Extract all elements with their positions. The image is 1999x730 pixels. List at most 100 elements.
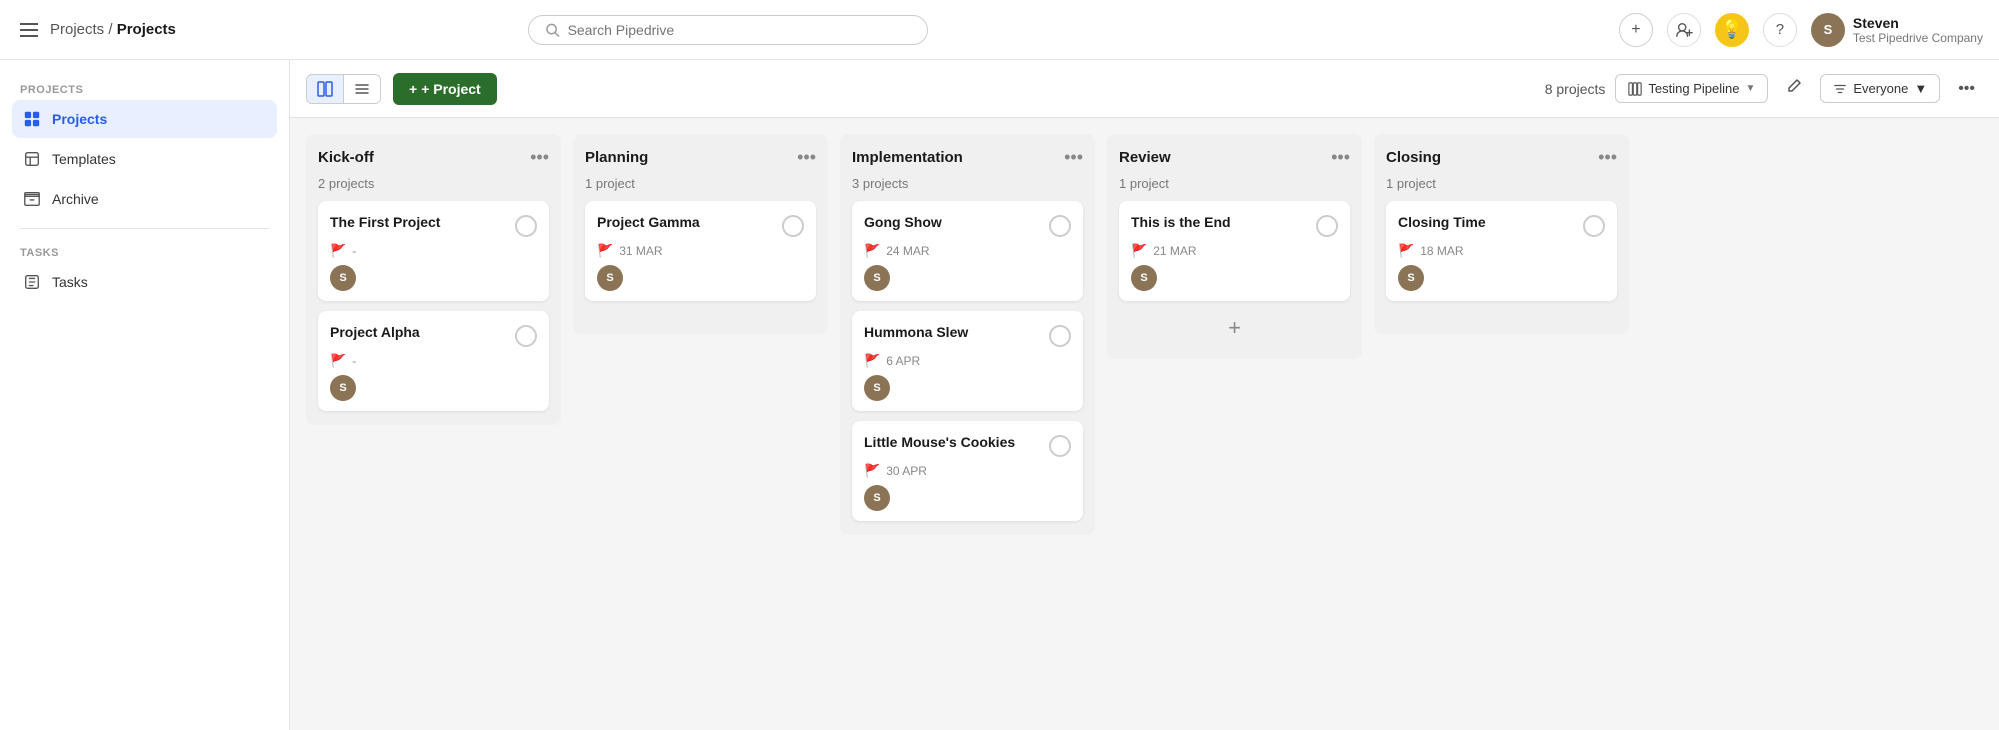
card-avatar-this-is-the-end: S	[1131, 265, 1157, 291]
card-first-project[interactable]: The First Project 🚩 - S	[318, 201, 549, 301]
card-circle-project-alpha[interactable]	[515, 325, 537, 347]
templates-icon	[22, 149, 42, 169]
card-gong-show[interactable]: Gong Show 🚩 24 MAR S	[852, 201, 1083, 301]
breadcrumb: Projects / Projects	[50, 21, 176, 38]
column-kickoff: Kick-off ••• 2 projects The First Projec…	[306, 134, 561, 425]
col-title-review: Review	[1119, 149, 1171, 166]
card-title-closing-time: Closing Time	[1398, 213, 1575, 231]
user-menu[interactable]: S Steven Test Pipedrive Company	[1811, 13, 1983, 47]
col-header-implementation: Implementation •••	[852, 148, 1083, 166]
card-footer-closing-time: S	[1398, 265, 1605, 291]
menu-icon[interactable]	[16, 19, 42, 41]
bulb-icon: 💡	[1721, 19, 1743, 40]
list-view-button[interactable]	[343, 75, 380, 103]
card-header-gong-show: Gong Show	[864, 213, 1071, 237]
card-avatar-project-gamma: S	[597, 265, 623, 291]
col-count-planning: 1 project	[585, 176, 816, 191]
card-project-gamma[interactable]: Project Gamma 🚩 31 MAR S	[585, 201, 816, 301]
more-button[interactable]: •••	[1950, 74, 1983, 104]
card-meta-gong-show: 🚩 24 MAR	[864, 243, 1071, 259]
more-icon: •••	[1958, 80, 1975, 97]
flag-icon-little-mouse: 🚩	[864, 463, 880, 479]
flag-icon-closing-time: 🚩	[1398, 243, 1414, 259]
question-icon: ?	[1776, 21, 1784, 38]
card-circle-first-project[interactable]	[515, 215, 537, 237]
flag-icon-hummona-slew: 🚩	[864, 353, 880, 369]
sidebar-item-projects[interactable]: Projects	[12, 100, 277, 138]
col-title-kickoff: Kick-off	[318, 149, 374, 166]
card-little-mouse[interactable]: Little Mouse's Cookies 🚩 30 APR S	[852, 421, 1083, 521]
card-hummona-slew[interactable]: Hummona Slew 🚩 6 APR S	[852, 311, 1083, 411]
edit-button[interactable]	[1778, 72, 1810, 105]
col-more-planning[interactable]: •••	[797, 148, 816, 166]
column-closing: Closing ••• 1 project Closing Time 🚩 18 …	[1374, 134, 1629, 334]
card-date-gong-show: 24 MAR	[886, 244, 929, 258]
col-more-closing[interactable]: •••	[1598, 148, 1617, 166]
main-content: + + Project 8 projects Testing Pipeline …	[290, 60, 1999, 730]
col-more-kickoff[interactable]: •••	[530, 148, 549, 166]
card-avatar-first-project: S	[330, 265, 356, 291]
search-bar[interactable]	[528, 15, 928, 45]
everyone-button[interactable]: Everyone ▼	[1820, 74, 1940, 103]
card-circle-little-mouse[interactable]	[1049, 435, 1071, 457]
board-view-button[interactable]	[307, 75, 343, 103]
flag-icon-this-is-the-end: 🚩	[1131, 243, 1147, 259]
col-count-kickoff: 2 projects	[318, 176, 549, 191]
col-count-closing: 1 project	[1386, 176, 1617, 191]
card-circle-hummona-slew[interactable]	[1049, 325, 1071, 347]
help-button[interactable]: ?	[1763, 13, 1797, 47]
card-avatar-little-mouse: S	[864, 485, 890, 511]
card-closing-time[interactable]: Closing Time 🚩 18 MAR S	[1386, 201, 1617, 301]
breadcrumb-current[interactable]: Projects	[117, 21, 176, 38]
sidebar-item-tasks[interactable]: Tasks	[12, 263, 277, 301]
col-title-closing: Closing	[1386, 149, 1441, 166]
card-footer-gong-show: S	[864, 265, 1071, 291]
col-more-review[interactable]: •••	[1331, 148, 1350, 166]
search-input[interactable]	[568, 22, 911, 38]
card-this-is-the-end[interactable]: This is the End 🚩 21 MAR S	[1119, 201, 1350, 301]
board-view-icon	[317, 81, 333, 97]
user-name: Steven	[1853, 15, 1983, 31]
user-text: Steven Test Pipedrive Company	[1853, 15, 1983, 45]
add-button[interactable]: +	[1619, 13, 1653, 47]
pipeline-chevron: ▼	[1745, 83, 1755, 94]
card-date-project-alpha: -	[352, 354, 356, 368]
card-header-closing-time: Closing Time	[1398, 213, 1605, 237]
breadcrumb-base[interactable]: Projects /	[50, 21, 117, 38]
add-project-button[interactable]: + + Project	[393, 73, 497, 105]
col-header-closing: Closing •••	[1386, 148, 1617, 166]
card-meta-project-alpha: 🚩 -	[330, 353, 537, 369]
avatar: S	[1811, 13, 1845, 47]
card-avatar-hummona-slew: S	[864, 375, 890, 401]
card-project-alpha[interactable]: Project Alpha 🚩 - S	[318, 311, 549, 411]
projects-icon	[22, 109, 42, 129]
card-footer-project-alpha: S	[330, 375, 537, 401]
column-planning: Planning ••• 1 project Project Gamma 🚩 3…	[573, 134, 828, 334]
sidebar-templates-label: Templates	[52, 151, 116, 167]
topnav-right: + 💡 ? S Steven Test Pipedrive Company	[1619, 13, 1983, 47]
col-more-implementation[interactable]: •••	[1064, 148, 1083, 166]
card-date-little-mouse: 30 APR	[886, 464, 927, 478]
card-circle-gong-show[interactable]	[1049, 215, 1071, 237]
sidebar-item-archive[interactable]: Archive	[12, 180, 277, 218]
column-review: Review ••• 1 project This is the End 🚩 2…	[1107, 134, 1362, 359]
flag-icon-project-gamma: 🚩	[597, 243, 613, 259]
edit-icon	[1786, 78, 1802, 94]
card-circle-closing-time[interactable]	[1583, 215, 1605, 237]
user-company: Test Pipedrive Company	[1853, 31, 1983, 45]
add-people-button[interactable]	[1667, 13, 1701, 47]
card-title-project-gamma: Project Gamma	[597, 213, 774, 231]
pipeline-button[interactable]: Testing Pipeline ▼	[1615, 74, 1768, 103]
list-view-icon	[354, 81, 370, 97]
col-title-implementation: Implementation	[852, 149, 963, 166]
everyone-chevron: ▼	[1914, 81, 1927, 96]
add-card-btn-review[interactable]: +	[1119, 311, 1350, 345]
card-footer-first-project: S	[330, 265, 537, 291]
add-person-icon	[1675, 21, 1693, 39]
card-footer-project-gamma: S	[597, 265, 804, 291]
layout: PROJECTS Projects Templates	[0, 60, 1999, 730]
card-circle-this-is-the-end[interactable]	[1316, 215, 1338, 237]
sidebar-item-templates[interactable]: Templates	[12, 140, 277, 178]
tips-button[interactable]: 💡	[1715, 13, 1749, 47]
card-circle-project-gamma[interactable]	[782, 215, 804, 237]
